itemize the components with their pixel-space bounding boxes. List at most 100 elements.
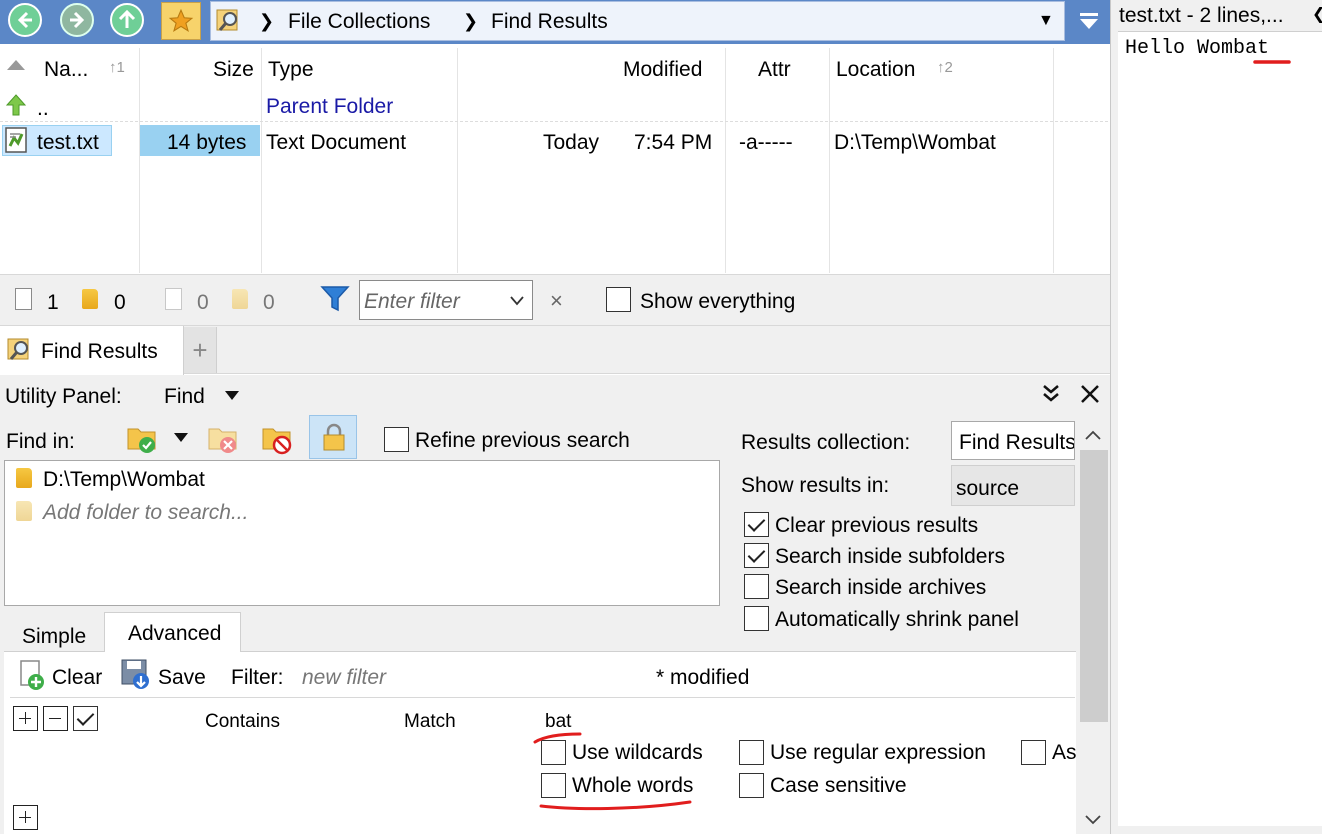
tab-find-results[interactable]: Find Results	[0, 326, 184, 375]
annotation-underline	[1253, 60, 1291, 64]
search-folder-item[interactable]: D:\Temp\Wombat	[43, 469, 205, 490]
sort-up-arrow-icon[interactable]	[7, 60, 25, 70]
tab-advanced[interactable]: Advanced	[104, 612, 241, 653]
auto-shrink-panel-checkbox[interactable]	[744, 606, 769, 631]
pane-splitter[interactable]	[1110, 0, 1118, 834]
collapse-node-button[interactable]	[43, 706, 68, 731]
modified-indicator: * modified	[656, 666, 750, 689]
parent-folder-row[interactable]	[0, 90, 1108, 122]
plus-icon: +	[192, 335, 208, 365]
results-collection-value: Find Results	[959, 431, 1075, 454]
address-bar[interactable]: ❯ File Collections ❯ Find Results ▼	[210, 1, 1065, 41]
utility-panel-selector[interactable]: Find	[164, 386, 205, 407]
refine-previous-search-label: Refine previous search	[415, 429, 630, 452]
column-divider	[457, 48, 458, 273]
forward-button[interactable]	[60, 3, 94, 37]
filter-funnel-icon[interactable]	[320, 284, 350, 314]
criteria-enabled-checkbox[interactable]	[73, 706, 98, 731]
column-header-modified[interactable]: Modified	[623, 59, 702, 80]
scroll-up-icon[interactable]	[1085, 430, 1101, 440]
arrow-left-icon	[17, 11, 32, 29]
lock-location-button[interactable]	[309, 415, 357, 459]
column-header-type[interactable]: Type	[268, 59, 314, 80]
folder-icon	[16, 501, 32, 521]
breadcrumb-find-results[interactable]: Find Results	[491, 11, 608, 32]
preview-content: Hello Wombat	[1125, 37, 1270, 60]
scroll-down-icon[interactable]	[1085, 815, 1101, 825]
minus-icon	[49, 717, 61, 720]
dropdown-arrow-icon[interactable]	[174, 433, 188, 442]
filter-input[interactable]: Enter filter	[359, 280, 533, 320]
scrollbar-thumb[interactable]	[1080, 450, 1108, 722]
column-header-location[interactable]: Location	[836, 59, 915, 80]
breadcrumb-separator: ❯	[463, 11, 479, 31]
add-folder-placeholder[interactable]: Add folder to search...	[43, 502, 248, 523]
arrow-right-icon	[70, 11, 85, 29]
add-criteria-button[interactable]	[13, 805, 38, 830]
chevron-left-icon[interactable]: ❮	[1312, 7, 1322, 23]
column-header-size[interactable]: Size	[213, 59, 254, 80]
dropdown-arrow-icon[interactable]	[225, 391, 239, 400]
breadcrumb-file-collections[interactable]: File Collections	[288, 11, 430, 32]
star-icon	[168, 8, 194, 32]
favorites-button[interactable]	[161, 2, 201, 40]
menu-lines-icon	[1080, 13, 1098, 16]
files-count: 1	[47, 291, 59, 314]
chevron-down-icon[interactable]	[510, 296, 524, 306]
file-count-icon	[15, 288, 32, 310]
tab-simple[interactable]: Simple	[22, 626, 86, 647]
criteria-value[interactable]: bat	[545, 712, 571, 731]
filter-name-input[interactable]: new filter	[302, 667, 386, 688]
add-location-icon[interactable]	[125, 421, 159, 455]
refine-previous-search-checkbox[interactable]	[384, 427, 409, 452]
toolbar-menu-button[interactable]	[1074, 6, 1104, 36]
lock-icon	[323, 423, 345, 451]
expand-node-button[interactable]	[13, 706, 38, 731]
show-everything-checkbox[interactable]	[606, 287, 631, 312]
preview-title: test.txt - 2 lines,...	[1119, 4, 1284, 27]
as-option-label: As	[1052, 741, 1077, 764]
preview-header: test.txt - 2 lines,... ❮	[1118, 0, 1322, 32]
selected-folder-count-icon	[232, 289, 248, 309]
clear-previous-results-checkbox[interactable]	[744, 512, 769, 537]
up-button[interactable]	[110, 3, 144, 37]
folders-count: 0	[114, 291, 126, 314]
criteria-field[interactable]: Contains	[205, 712, 280, 731]
address-dropdown-icon[interactable]: ▼	[1038, 13, 1054, 29]
file-modified-time: 7:54 PM	[634, 131, 713, 154]
file-size: 14 bytes	[167, 131, 247, 154]
clear-previous-results-label: Clear previous results	[775, 514, 979, 537]
search-subfolders-checkbox[interactable]	[744, 543, 769, 568]
parent-folder-name: ..	[37, 97, 49, 120]
show-results-in-select[interactable]: source	[951, 465, 1075, 506]
back-button[interactable]	[8, 3, 42, 37]
annotation-underline	[539, 800, 692, 811]
file-name[interactable]: test.txt	[37, 132, 99, 153]
selected-file-count-icon	[165, 288, 182, 310]
column-header-attr[interactable]: Attr	[758, 59, 791, 80]
save-button[interactable]: Save	[158, 667, 206, 688]
use-regex-label: Use regular expression	[770, 741, 986, 764]
file-modified-day: Today	[543, 131, 600, 154]
whole-words-label: Whole words	[572, 774, 694, 797]
parent-folder-type: Parent Folder	[266, 95, 394, 118]
as-option-checkbox[interactable]	[1021, 740, 1046, 765]
collapse-panel-icon[interactable]	[1040, 383, 1062, 405]
case-sensitive-checkbox[interactable]	[739, 773, 764, 798]
exclude-location-icon[interactable]	[260, 421, 294, 455]
remove-location-icon[interactable]	[206, 421, 240, 455]
criteria-operator[interactable]: Match	[404, 712, 456, 731]
selected-files-count: 0	[197, 291, 209, 314]
search-archives-checkbox[interactable]	[744, 574, 769, 599]
use-regex-checkbox[interactable]	[739, 740, 764, 765]
results-collection-select[interactable]: Find Results	[951, 421, 1075, 460]
column-header-name[interactable]: Na...	[44, 59, 88, 80]
add-tab-button[interactable]: +	[184, 327, 217, 373]
clear-button[interactable]: Clear	[52, 667, 102, 688]
clear-filter-button[interactable]: ×	[550, 290, 563, 312]
tab-advanced-label: Advanced	[128, 622, 222, 645]
folder-icon	[16, 468, 32, 488]
file-location: D:\Temp\Wombat	[834, 131, 996, 154]
close-icon[interactable]	[1079, 383, 1101, 405]
column-divider	[829, 48, 830, 273]
